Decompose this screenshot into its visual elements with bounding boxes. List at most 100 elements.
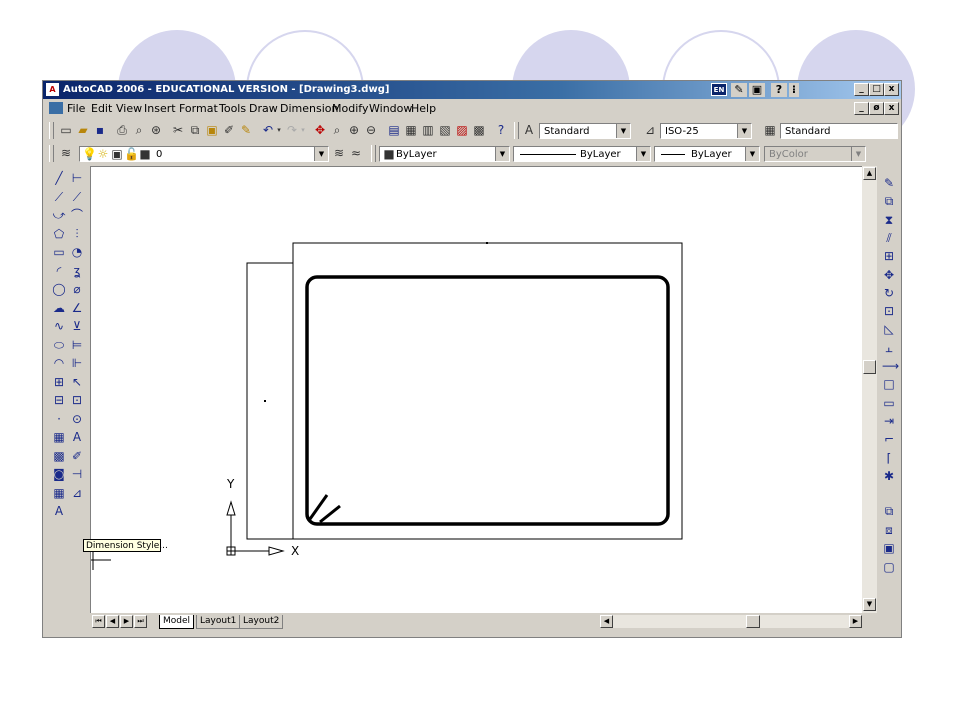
plotstyle-select[interactable]: ByColor ▼ bbox=[764, 146, 866, 162]
explode-icon[interactable]: ✱ bbox=[882, 469, 896, 483]
text-style-icon[interactable]: A bbox=[522, 123, 536, 137]
scale-icon[interactable]: ⊡ bbox=[882, 304, 896, 318]
help-icon[interactable]: ? bbox=[494, 123, 508, 137]
horizontal-scroll-thumb[interactable] bbox=[746, 615, 760, 628]
angular-dimension-icon[interactable]: ∠ bbox=[70, 301, 84, 315]
layer-on-icon[interactable]: 💡 bbox=[82, 147, 97, 161]
dimension-edit-icon[interactable]: A bbox=[70, 430, 84, 444]
fillet-icon[interactable]: ⌈ bbox=[882, 451, 896, 465]
paste-icon[interactable]: ▣ bbox=[205, 123, 219, 137]
publish-icon[interactable]: ⊛ bbox=[149, 123, 163, 137]
circle-icon[interactable]: ◯ bbox=[52, 282, 66, 296]
layer-manager-icon[interactable]: ≋ bbox=[59, 146, 73, 160]
jogged-dimension-icon[interactable]: ʓ bbox=[70, 264, 84, 278]
menu-edit[interactable]: Edit bbox=[91, 102, 112, 115]
redo-icon[interactable]: ↷ bbox=[285, 123, 299, 137]
layers-toolbar-grip[interactable] bbox=[49, 145, 54, 162]
rectangle-icon[interactable]: ▭ bbox=[52, 245, 66, 259]
quick-dimension-icon[interactable]: ⊻ bbox=[70, 319, 84, 333]
chevron-down-icon[interactable]: ▼ bbox=[616, 124, 630, 138]
drawing-svg[interactable] bbox=[91, 167, 863, 614]
revision-cloud-icon[interactable]: ☁ bbox=[52, 301, 66, 315]
chevron-down-icon[interactable]: ▼ bbox=[745, 147, 759, 161]
design-center-icon[interactable]: ▦ bbox=[404, 123, 418, 137]
region-icon[interactable]: ◙ bbox=[52, 467, 66, 481]
diameter-dimension-icon[interactable]: ⌀ bbox=[70, 282, 84, 296]
cut-icon[interactable]: ✂ bbox=[171, 123, 185, 137]
dimension-text-edit-icon[interactable]: ✐ bbox=[70, 449, 84, 463]
layer-viewport-icon[interactable]: ▣ bbox=[110, 147, 124, 161]
chevron-down-icon[interactable]: ▼ bbox=[636, 147, 650, 161]
vertical-scroll-thumb[interactable] bbox=[863, 360, 876, 374]
chevron-down-icon[interactable]: ▼ bbox=[737, 124, 751, 138]
pan-realtime-icon[interactable]: ✥ bbox=[313, 123, 327, 137]
aligned-dimension-icon[interactable]: ⟋ bbox=[70, 190, 84, 204]
tab-layout2[interactable]: Layout2 bbox=[239, 615, 284, 629]
plot-icon[interactable]: ⎙ bbox=[115, 123, 129, 137]
layer-lock-icon[interactable]: 🔓 bbox=[124, 147, 139, 161]
tab-layout1[interactable]: Layout1 bbox=[196, 615, 241, 629]
offset-icon[interactable]: ⫽ bbox=[882, 231, 896, 245]
menu-help[interactable]: Help bbox=[411, 102, 436, 115]
polygon-icon[interactable]: ⬠ bbox=[52, 227, 66, 241]
tolerance-icon[interactable]: ⊡ bbox=[70, 393, 84, 407]
dimension-style-select[interactable]: ISO-25 ▼ bbox=[660, 123, 752, 139]
doc-restore-button[interactable]: ø bbox=[869, 102, 884, 115]
tab-model[interactable]: Model bbox=[159, 615, 195, 629]
maximize-button[interactable]: □ bbox=[869, 83, 884, 96]
point-icon[interactable]: · bbox=[52, 412, 66, 426]
block-editor-icon[interactable]: ✎ bbox=[239, 123, 253, 137]
dimension-update-icon[interactable]: ⊣ bbox=[70, 467, 84, 481]
rotate-icon[interactable]: ↻ bbox=[882, 286, 896, 300]
chamfer-icon[interactable]: ⌐ bbox=[882, 432, 896, 446]
menu-format[interactable]: Format bbox=[179, 102, 218, 115]
new-file-icon[interactable]: ▭ bbox=[59, 123, 73, 137]
continue-dimension-icon[interactable]: ⊩ bbox=[70, 356, 84, 370]
menu-modify[interactable]: Modify bbox=[332, 102, 368, 115]
ordinate-dimension-icon[interactable]: ⫶ bbox=[70, 227, 84, 241]
make-object-layer-current-icon[interactable]: ≋ bbox=[332, 146, 346, 160]
trim-icon[interactable]: ⫠ bbox=[882, 341, 896, 355]
linear-dimension-icon[interactable]: ⊢ bbox=[70, 171, 84, 185]
zoom-window-icon[interactable]: ⊕ bbox=[347, 123, 361, 137]
move-icon[interactable]: ✥ bbox=[882, 268, 896, 282]
line-icon[interactable]: ╱ bbox=[52, 171, 66, 185]
scroll-left-icon[interactable]: ◀ bbox=[600, 615, 613, 628]
polyline-icon[interactable]: ⤻ bbox=[52, 208, 66, 222]
dimension-style-toolbar-icon[interactable]: ⊿ bbox=[643, 123, 657, 137]
dimension-style-icon[interactable]: ⊿ bbox=[70, 486, 84, 500]
radius-dimension-icon[interactable]: ◔ bbox=[70, 245, 84, 259]
make-block-icon[interactable]: ⊟ bbox=[52, 393, 66, 407]
save-icon[interactable]: ▪ bbox=[93, 123, 107, 137]
toolbar-options-icon[interactable]: ⁝ bbox=[789, 83, 799, 97]
quick-leader-icon[interactable]: ↖ bbox=[70, 375, 84, 389]
close-button[interactable]: x bbox=[884, 83, 899, 96]
open-file-icon[interactable]: ▰ bbox=[76, 123, 90, 137]
menu-view[interactable]: View bbox=[116, 102, 142, 115]
help-question-icon[interactable]: ? bbox=[771, 83, 787, 97]
lineweight-select[interactable]: ByLayer ▼ bbox=[654, 146, 760, 162]
insert-block-icon[interactable]: ⊞ bbox=[52, 375, 66, 389]
chevron-down-icon[interactable]: ▼ bbox=[314, 147, 328, 161]
color-select[interactable]: ■ ByLayer ▼ bbox=[379, 146, 510, 162]
hatch-icon[interactable]: ▦ bbox=[52, 430, 66, 444]
doc-close-button[interactable]: x bbox=[884, 102, 899, 115]
copy-clip-icon[interactable]: ⧉ bbox=[188, 123, 202, 137]
document-icon[interactable] bbox=[49, 102, 63, 114]
mirror-icon[interactable]: ⧗ bbox=[882, 213, 896, 227]
last-tab-icon[interactable]: ⏭ bbox=[134, 615, 147, 628]
drawing-area[interactable]: Y X bbox=[90, 166, 863, 614]
ellipse-icon[interactable]: ⬭ bbox=[52, 338, 66, 352]
menu-tools[interactable]: Tools bbox=[219, 102, 246, 115]
toolbar-grip[interactable] bbox=[49, 122, 54, 139]
next-tab-icon[interactable]: ▶ bbox=[120, 615, 133, 628]
minimize-button[interactable]: _ bbox=[854, 83, 869, 96]
table-style-select[interactable]: Standard bbox=[780, 123, 898, 139]
prev-tab-icon[interactable]: ◀ bbox=[106, 615, 119, 628]
vertical-scrollbar[interactable]: ▲ ▼ bbox=[862, 166, 877, 613]
baseline-dimension-icon[interactable]: ⊨ bbox=[70, 338, 84, 352]
quickcalc-icon[interactable]: ▩ bbox=[472, 123, 486, 137]
break-icon[interactable]: ▭ bbox=[882, 396, 896, 410]
layer-select[interactable]: 💡 ☼ ▣ 🔓 ■ 0 ▼ bbox=[79, 146, 329, 162]
chevron-down-icon[interactable]: ▼ bbox=[851, 147, 865, 161]
